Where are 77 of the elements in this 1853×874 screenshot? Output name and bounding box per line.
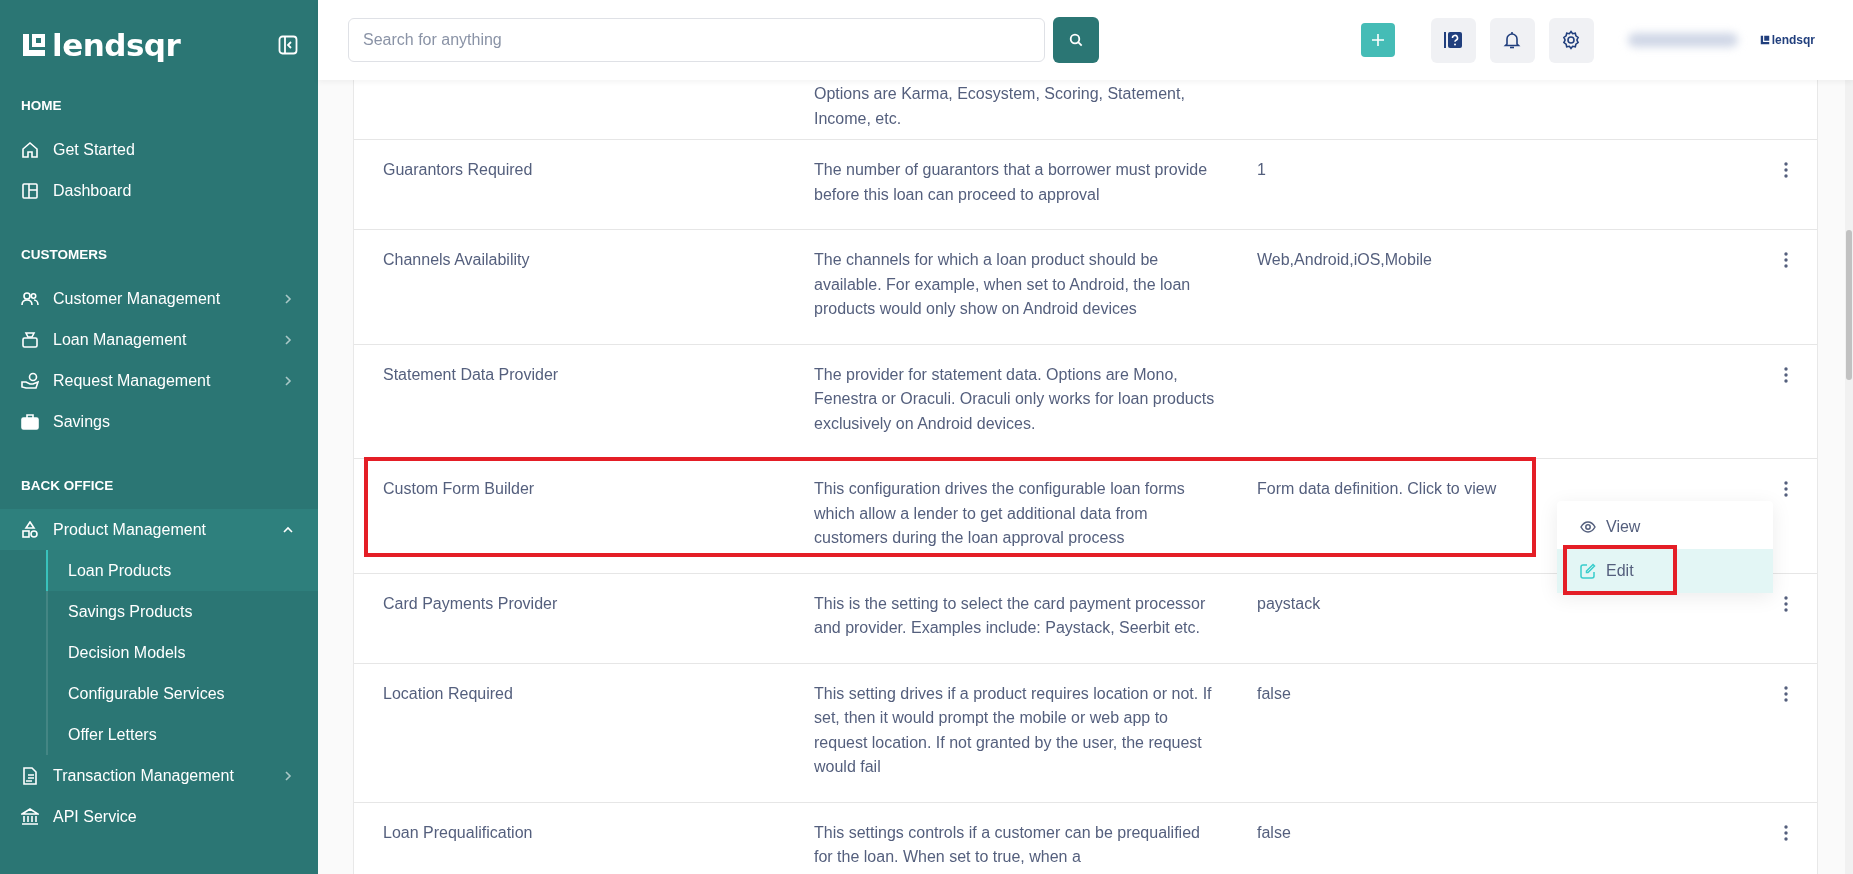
layout-icon <box>21 181 39 200</box>
chevron-right-icon <box>283 770 293 781</box>
table-cell: Statement Data Provider <box>383 365 559 383</box>
table-cell: Custom Form Builder <box>383 480 535 497</box>
settings-button[interactable] <box>1548 17 1594 63</box>
table-cell: Location Required <box>383 684 513 702</box>
submenu-item[interactable]: Offer Letters <box>46 714 318 755</box>
chevron-right-icon <box>283 334 293 345</box>
table-cell: false <box>1257 823 1291 841</box>
more-options-icon[interactable] <box>1784 685 1788 702</box>
more-options-icon[interactable] <box>1784 366 1788 383</box>
nav-item[interactable]: Transaction Management <box>0 755 318 796</box>
menu-item[interactable]: View <box>1557 505 1773 549</box>
chevron-up-icon <box>283 524 293 535</box>
section-title: HOME <box>20 98 63 113</box>
eye-icon <box>1580 521 1596 533</box>
submenu-item[interactable]: Loan Products <box>46 550 318 591</box>
search-field[interactable]: Search for anything <box>348 18 1045 62</box>
bell-icon <box>1502 30 1523 50</box>
chevron-right-icon <box>283 293 293 304</box>
table-cell: Card Payments Provider <box>383 594 558 612</box>
plus-icon <box>1370 33 1385 47</box>
settings-icon <box>1561 30 1582 50</box>
more-options-icon[interactable] <box>1784 252 1788 268</box>
people-icon <box>21 289 39 308</box>
section-title: CUSTOMERS <box>20 247 108 262</box>
table-cell: The channels for which a loan product should be available. For example, when set to Android, the loan products would only show on Android devices <box>814 251 1191 317</box>
more-options-icon[interactable] <box>1784 481 1788 497</box>
nav-item[interactable]: Loan Management <box>0 319 318 360</box>
nav-item[interactable]: Savings <box>0 401 318 442</box>
table-cell: The provider for statement data. Options are Mono, Fenestra or Oraculi. Oraculi only works for loan products exclusively on Android devices. <box>814 365 1215 432</box>
briefcase-icon <box>21 412 39 431</box>
help-icon <box>1443 30 1464 50</box>
table-cell: This configuration drives the configurable loan forms which allow a lender to get additional data from customers during the loan approval process <box>814 480 1185 546</box>
submenu-item[interactable]: Decision Models <box>46 632 318 673</box>
table-cell: paystack <box>1257 594 1321 612</box>
table-cell: This settings controls if a customer can be prequalified for the loan. When set to true, when a <box>814 823 1200 865</box>
logo-icon <box>1759 35 1770 45</box>
logo-text: lendsqr <box>52 27 181 63</box>
chevron-right-icon <box>283 375 293 386</box>
pencil-square-icon <box>1580 563 1596 579</box>
collapse-sidebar-icon[interactable] <box>278 35 298 55</box>
nav-item[interactable]: Request Management <box>0 360 318 401</box>
section-title: BACK OFFICE <box>20 478 115 493</box>
nav-item[interactable]: Dashboard <box>0 170 318 211</box>
nav-item[interactable]: API Service <box>0 796 318 837</box>
logo-icon <box>21 32 47 58</box>
search-icon <box>1069 33 1083 47</box>
table-cell: This is the setting to select the card payment processor and provider. Examples include: Paystack, Seerbit etc. <box>814 594 1206 636</box>
help-button[interactable] <box>1430 17 1476 63</box>
table-cell: Channels Availability <box>383 251 530 268</box>
document-icon <box>21 766 39 785</box>
more-options-icon[interactable] <box>1784 824 1788 841</box>
table-cell: This setting drives if a product requires location or not. If set, then it would prompt the mobile or web app to request location. If not granted by the user, the request would fail <box>814 684 1212 775</box>
brand-text: lendsqr <box>1771 33 1815 47</box>
bank-icon <box>21 807 39 826</box>
hand-coin-icon <box>21 371 39 390</box>
submenu-item[interactable]: Configurable Services <box>46 673 318 714</box>
search-button[interactable] <box>1053 17 1099 63</box>
table-cell: Loan Prequalification <box>383 823 533 841</box>
table-cell: Form data definition. Click to view <box>1257 480 1497 497</box>
home-icon <box>21 140 39 159</box>
table-cell: Web,Android,iOS,Mobile <box>1257 251 1432 268</box>
table-cell: Guarantors Required <box>383 161 533 178</box>
nav-item[interactable]: Product Management <box>0 509 318 550</box>
submenu-item[interactable]: Savings Products <box>46 591 318 632</box>
basket-icon <box>21 330 39 349</box>
table-cell: The number of guarantors that a borrower must provide before this loan can proceed to approval <box>814 161 1208 203</box>
more-options-icon[interactable] <box>1784 595 1788 612</box>
shapes-icon <box>21 520 39 539</box>
table-cell: 1 <box>1257 161 1266 178</box>
notifications-button[interactable] <box>1489 17 1535 63</box>
table-cell: false <box>1257 684 1291 702</box>
more-options-icon[interactable] <box>1784 162 1788 178</box>
nav-item[interactable]: Customer Management <box>0 278 318 319</box>
nav-item[interactable]: Get Started <box>0 129 318 170</box>
table-cell: Options are Karma, Ecosystem, Scoring, Statement, Income, etc. <box>814 85 1185 127</box>
